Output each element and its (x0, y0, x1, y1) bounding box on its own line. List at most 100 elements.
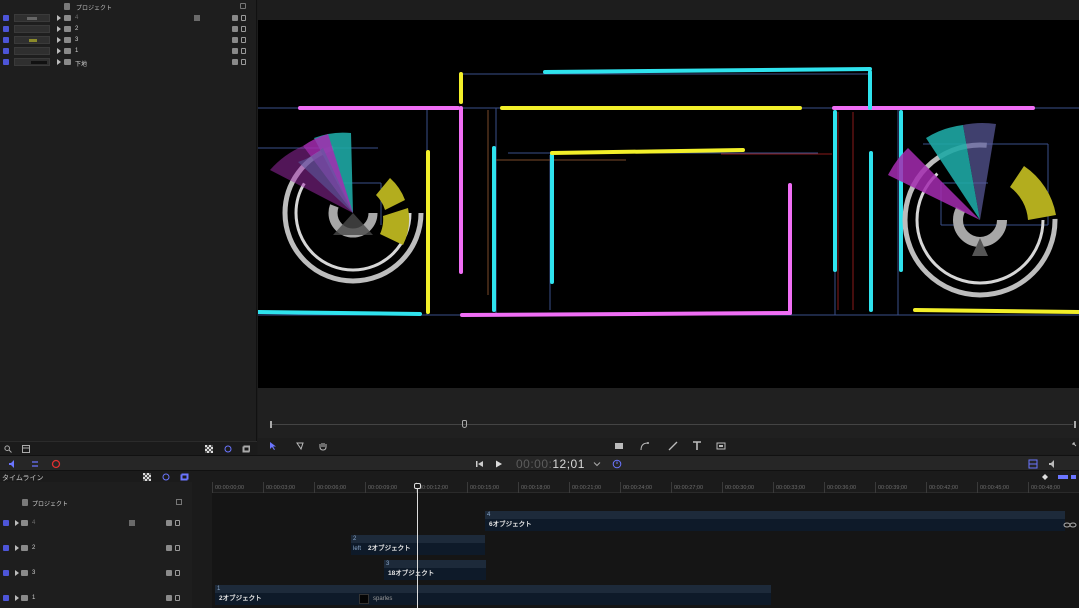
anchor-tool-icon[interactable] (295, 441, 305, 451)
timeline-zoom-controls-icon[interactable] (1040, 473, 1076, 481)
lock-icon[interactable] (241, 48, 246, 54)
clip-body[interactable]: 2オブジェクト (215, 593, 771, 605)
disclosure-triangle-icon[interactable] (57, 48, 61, 54)
timeline-ruler[interactable]: 00:00:00;00 00:00:03;00 00:00:06;00 00:0… (212, 482, 1079, 493)
scrub-playhead-icon[interactable] (462, 420, 467, 428)
visibility-checkbox[interactable] (3, 48, 9, 54)
timecode-mode-icon[interactable] (612, 459, 622, 469)
canvas-viewer[interactable] (258, 20, 1079, 388)
play-icon[interactable] (495, 460, 503, 468)
stack-icon[interactable] (166, 545, 172, 551)
disclosure-triangle-icon[interactable] (57, 15, 61, 21)
stack-icon[interactable] (166, 595, 172, 601)
layers-icon[interactable] (242, 445, 250, 453)
volume-icon[interactable] (1048, 459, 1058, 469)
visibility-checkbox[interactable] (3, 15, 9, 21)
lock-icon[interactable] (175, 520, 180, 526)
layer-row[interactable]: 1 (0, 46, 257, 57)
layer-row[interactable]: 3 (0, 35, 257, 46)
layer-row[interactable]: 4 (0, 13, 257, 24)
visibility-checkbox[interactable] (3, 545, 9, 551)
paint-stroke-icon[interactable] (668, 441, 678, 451)
clip-header[interactable]: 4 (485, 511, 1065, 519)
timecode-display[interactable]: 00:00:12;01 (516, 457, 585, 471)
layer-name[interactable]: 3 (32, 570, 35, 576)
layer-name[interactable]: 下地 (75, 59, 87, 68)
hand-icon[interactable] (318, 441, 328, 451)
layer-name[interactable]: 3 (75, 37, 78, 43)
disclosure-triangle-icon[interactable] (57, 37, 61, 43)
lock-icon[interactable] (175, 545, 180, 551)
solo-square-icon[interactable] (129, 520, 135, 526)
playhead-line[interactable] (417, 484, 418, 608)
visibility-checkbox[interactable] (3, 59, 9, 65)
pen-tool-icon[interactable] (640, 441, 650, 451)
circle-mask-icon[interactable] (162, 473, 170, 481)
stack-icon[interactable] (166, 520, 172, 526)
project-row[interactable]: プロジェクト (0, 0, 257, 12)
timeline-layer-row[interactable]: 2 (0, 542, 192, 554)
playhead-handle[interactable] (414, 483, 421, 489)
stack-icon[interactable] (166, 570, 172, 576)
timeline-project-row[interactable]: プロジェクト (0, 496, 192, 508)
scrub-end-marker[interactable] (1074, 421, 1076, 428)
layer-name[interactable]: 1 (75, 48, 78, 54)
clip-body[interactable]: 6オブジェクト (485, 519, 1065, 531)
search-icon[interactable] (4, 445, 12, 453)
clip-body[interactable]: 18オブジェクト (384, 568, 486, 580)
clip-link-icon[interactable] (1063, 521, 1077, 529)
stack-icon[interactable] (232, 37, 238, 43)
go-to-start-icon[interactable] (476, 460, 484, 468)
audio-icon[interactable] (8, 459, 18, 469)
disclosure-triangle-icon[interactable] (15, 595, 19, 601)
clip-header[interactable]: 1 (215, 585, 771, 593)
clip-body[interactable]: left 2オブジェクト (351, 543, 485, 555)
layer-name[interactable]: 4 (32, 520, 35, 526)
layer-name[interactable]: 4 (75, 15, 78, 21)
rectangle-tool-icon[interactable] (614, 441, 624, 451)
lock-icon[interactable] (241, 26, 246, 32)
layers-icon[interactable] (180, 473, 189, 481)
visibility-checkbox[interactable] (3, 26, 9, 32)
lock-icon[interactable] (175, 570, 180, 576)
disclosure-triangle-icon[interactable] (15, 545, 19, 551)
timeline-layer-row[interactable]: 4 (0, 517, 192, 529)
visibility-checkbox[interactable] (3, 37, 9, 43)
layer-row[interactable]: 2 (0, 24, 257, 35)
timeline-layer-row[interactable]: 3 (0, 567, 192, 579)
stack-icon[interactable] (232, 59, 238, 65)
circle-mask-icon[interactable] (224, 445, 232, 453)
visibility-checkbox[interactable] (3, 570, 9, 576)
layer-row[interactable]: 下地 (0, 57, 257, 68)
lock-icon[interactable] (240, 3, 246, 9)
clip-header[interactable]: 3 (384, 560, 486, 568)
lock-icon[interactable] (175, 595, 180, 601)
record-icon[interactable] (51, 459, 61, 469)
mask-tool-icon[interactable] (716, 441, 726, 451)
timeline-view-icon[interactable] (1028, 459, 1038, 469)
stack-icon[interactable] (232, 48, 238, 54)
select-arrow-icon[interactable] (268, 441, 278, 451)
stack-icon[interactable] (232, 26, 238, 32)
visibility-checkbox[interactable] (3, 520, 9, 526)
disclosure-triangle-icon[interactable] (15, 570, 19, 576)
disclosure-triangle-icon[interactable] (15, 520, 19, 526)
clip-header[interactable]: 2 (351, 535, 485, 543)
visibility-checkbox[interactable] (3, 595, 9, 601)
scrub-track[interactable] (272, 424, 1073, 425)
text-tool-icon[interactable] (692, 441, 702, 451)
layer-name[interactable]: 2 (75, 26, 78, 32)
disclosure-triangle-icon[interactable] (57, 26, 61, 32)
disclosure-triangle-icon[interactable] (57, 59, 61, 65)
checkerboard-icon[interactable] (143, 473, 151, 481)
solo-square-icon[interactable] (194, 15, 200, 21)
checkerboard-icon[interactable] (205, 445, 213, 453)
expand-icon[interactable] (1071, 441, 1079, 451)
lock-icon[interactable] (176, 499, 182, 505)
lock-icon[interactable] (241, 59, 246, 65)
timeline-tracks[interactable]: 4 6オブジェクト 2 left 2オブジェクト 3 18オブジェクト 1 2オ… (212, 493, 1079, 608)
layer-name[interactable]: 2 (32, 545, 35, 551)
lock-icon[interactable] (241, 37, 246, 43)
chevron-down-icon[interactable] (593, 460, 601, 468)
stack-icon[interactable] (232, 15, 238, 21)
